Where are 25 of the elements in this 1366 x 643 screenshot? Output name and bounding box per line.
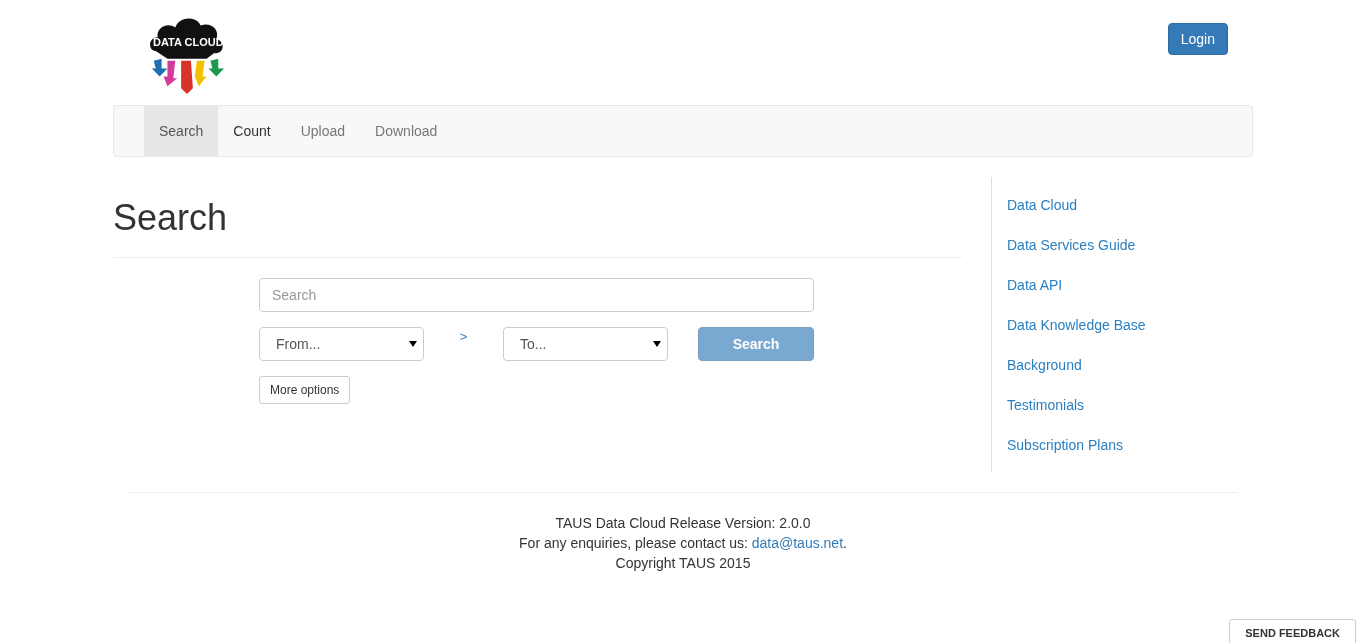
sidebar-link[interactable]: Data Services Guide — [1007, 235, 1146, 255]
sidebar-link[interactable]: Data Cloud — [1007, 195, 1146, 215]
contact-period: . — [843, 535, 847, 551]
sidebar-link[interactable]: Testimonials — [1007, 395, 1146, 415]
sidebar-link[interactable]: Background — [1007, 355, 1146, 375]
copyright-text: Copyright TAUS 2015 — [614, 554, 752, 573]
login-button[interactable]: Login — [1167, 23, 1228, 55]
nav-tab[interactable]: Upload — [285, 106, 361, 156]
search-field[interactable]: Search — [259, 278, 814, 312]
sidebar-link[interactable]: Data API — [1007, 275, 1146, 295]
nav-tab[interactable]: Download — [360, 106, 453, 156]
send-feedback-button[interactable]: SEND FEEDBACK — [1229, 619, 1356, 643]
more-options-button[interactable]: More options — [259, 376, 351, 404]
sidebar-link[interactable]: Subscription Plans — [1007, 435, 1146, 455]
page-heading: Search — [113, 197, 962, 258]
dropdown-caret-icon — [409, 341, 417, 347]
from-select[interactable]: From... — [259, 327, 424, 361]
dropdown-caret-icon — [653, 341, 661, 347]
contact-text: For any enquiries, please contact us: — [519, 535, 748, 551]
separator-arrow: > — [458, 329, 469, 344]
sidebar-link[interactable]: Data Knowledge Base — [1007, 315, 1146, 335]
to-select[interactable]: To... — [503, 327, 668, 361]
version-text: TAUS Data Cloud Release Version: 2.0.0 — [554, 514, 812, 533]
nav-tab[interactable]: Count — [218, 106, 286, 156]
nav-tab[interactable]: Search — [144, 106, 219, 156]
